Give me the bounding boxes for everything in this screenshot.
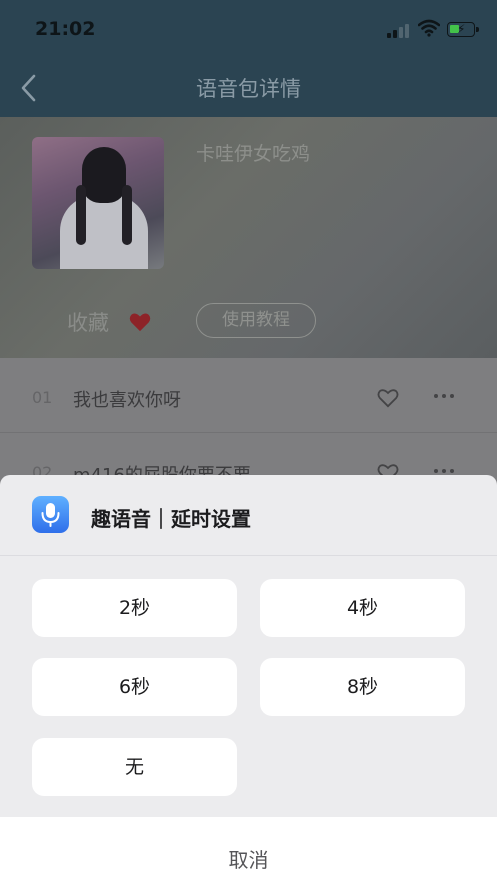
delay-option-2s[interactable]: 2秒	[32, 579, 237, 637]
battery-icon: ⚡	[447, 22, 475, 37]
cancel-bar: 取消	[0, 817, 497, 883]
track-title: 我也喜欢你呀	[73, 390, 181, 411]
page-title: 语音包详情	[196, 77, 301, 101]
heart-outline-icon[interactable]	[377, 388, 399, 408]
heart-filled-icon[interactable]	[129, 312, 151, 332]
microphone-app-icon	[32, 496, 69, 533]
sheet-header: 趣语音｜延时设置	[0, 475, 497, 556]
track-number: 01	[32, 388, 53, 407]
voice-pack-detail-page: 21:02 ⚡ 语音包详情 卡哇伊女吃鸡 收藏 使用教程 01 我也喜欢你呀 0…	[0, 0, 497, 883]
status-time: 21:02	[35, 18, 96, 40]
cancel-button[interactable]: 取消	[0, 817, 497, 883]
delay-option-6s[interactable]: 6秒	[32, 658, 237, 716]
delay-settings-sheet: 趣语音｜延时设置 2秒 4秒 6秒 8秒 无 取消	[0, 475, 497, 883]
delay-option-none[interactable]: 无	[32, 738, 237, 796]
sheet-title: 趣语音｜延时设置	[91, 507, 251, 531]
battery-nub	[476, 27, 479, 32]
status-bar: 21:02 ⚡	[0, 0, 497, 60]
cellular-signal-icon	[387, 22, 413, 38]
more-icon[interactable]	[433, 388, 455, 404]
favorite-label[interactable]: 收藏	[67, 307, 109, 337]
delay-option-4s[interactable]: 4秒	[260, 579, 465, 637]
pack-cover-image	[32, 137, 164, 269]
list-item[interactable]: 01 我也喜欢你呀	[0, 358, 497, 433]
delay-option-8s[interactable]: 8秒	[260, 658, 465, 716]
top-bar: 21:02 ⚡ 语音包详情	[0, 0, 497, 117]
wifi-icon	[418, 19, 440, 37]
pack-name: 卡哇伊女吃鸡	[196, 143, 311, 165]
tutorial-button[interactable]: 使用教程	[196, 303, 316, 338]
